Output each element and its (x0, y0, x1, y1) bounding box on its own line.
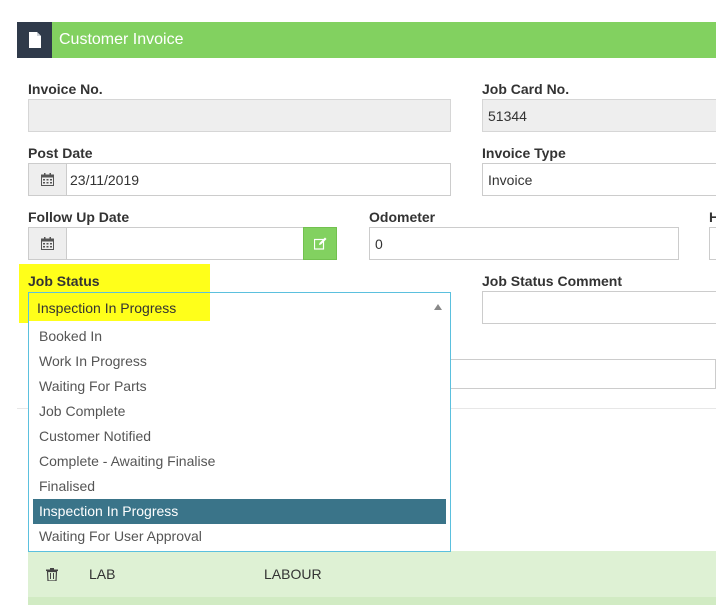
odometer-input[interactable]: 0 (369, 227, 679, 260)
job-status-dropdown[interactable]: Booked In Work In Progress Waiting For P… (28, 321, 451, 552)
cut-off-label: H (709, 209, 716, 225)
job-status-comment-label: Job Status Comment (482, 273, 623, 289)
invoice-no-label: Invoice No. (28, 81, 103, 97)
job-status-option[interactable]: Waiting For User Approval (33, 524, 446, 549)
follow-up-edit-button[interactable] (303, 227, 337, 260)
delete-row-button[interactable] (46, 551, 58, 597)
job-status-option[interactable]: Finalised (33, 474, 446, 499)
invoice-no-field[interactable] (28, 99, 451, 132)
panel-title: Customer Invoice (59, 31, 184, 48)
job-status-select[interactable]: Inspection In Progress (28, 292, 451, 322)
table-row: LAB LABOUR (28, 551, 716, 597)
post-date-calendar-addon[interactable] (28, 163, 67, 196)
cut-off-field[interactable] (709, 227, 716, 260)
table-row (28, 597, 716, 605)
line-item-description: LABOUR (264, 566, 322, 582)
job-card-no-field[interactable]: 51344 (482, 99, 716, 132)
invoice-type-label: Invoice Type (482, 145, 566, 161)
header-icon-box (17, 22, 52, 58)
post-date-input[interactable]: 23/11/2019 (66, 163, 451, 196)
follow-up-date-label: Follow Up Date (28, 209, 130, 225)
job-status-option[interactable]: Job Complete (33, 399, 446, 424)
job-status-option[interactable]: Complete - Awaiting Finalise (33, 449, 446, 474)
follow-up-date-input[interactable] (66, 227, 304, 260)
odometer-label: Odometer (369, 209, 436, 225)
job-status-option-selected[interactable]: Inspection In Progress (33, 499, 446, 524)
job-status-label: Job Status (28, 273, 100, 289)
line-item-code: LAB (89, 566, 116, 582)
document-icon (28, 32, 41, 48)
post-date-label: Post Date (28, 145, 93, 161)
dropdown-arrow-icon (434, 304, 442, 310)
job-card-no-label: Job Card No. (482, 81, 570, 97)
calendar-icon (41, 173, 54, 186)
job-status-option[interactable]: Waiting For Parts (33, 374, 446, 399)
invoice-type-select[interactable]: Invoice (482, 163, 716, 196)
trash-icon (46, 567, 58, 581)
edit-icon (313, 237, 326, 250)
job-status-comment-input[interactable] (482, 291, 716, 324)
job-status-option[interactable]: Booked In (33, 324, 446, 349)
panel-header: Customer Invoice (17, 22, 716, 58)
page-margin (0, 0, 17, 605)
job-status-option[interactable]: Customer Notified (33, 424, 446, 449)
follow-up-date-calendar-addon[interactable] (28, 227, 67, 260)
job-status-option[interactable]: Work In Progress (33, 349, 446, 374)
calendar-icon (41, 237, 54, 250)
obscured-field[interactable] (449, 359, 716, 389)
